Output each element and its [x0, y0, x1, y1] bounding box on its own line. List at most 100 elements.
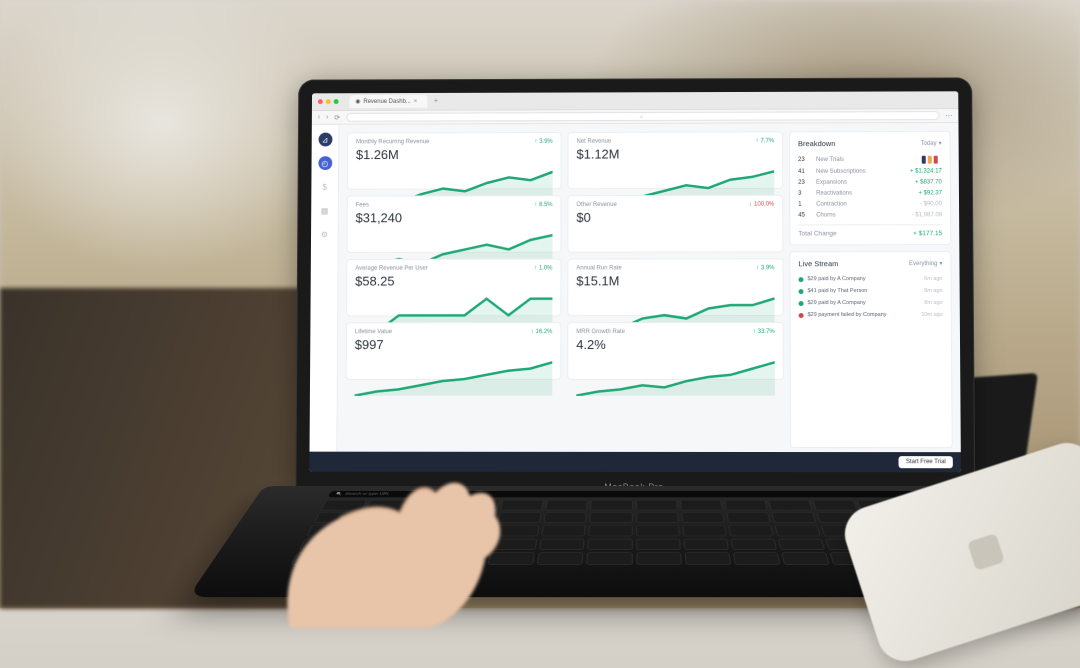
metric-delta: ↑16.2% — [530, 329, 552, 335]
window-minimize-icon[interactable] — [326, 99, 331, 104]
arrow-up-icon: ↑ — [756, 138, 759, 144]
metric-card[interactable]: Average Revenue Per User $58.25 ↑1.0% — [346, 259, 561, 317]
metric-delta: ↑7.7% — [756, 138, 775, 144]
sidebar-item-revenue[interactable]: $ — [318, 180, 332, 194]
stream-time: 10m ago — [921, 312, 942, 318]
breakdown-row[interactable]: 3Reactivations+ $92.37 — [798, 187, 942, 198]
sidebar: ⊿ ◴ $ ▦ ⚙ — [310, 125, 340, 452]
breakdown-row[interactable]: 1 Contraction - $90.00 — [798, 198, 942, 209]
metric-value: $58.25 — [355, 273, 552, 288]
sparkline-chart — [576, 354, 775, 396]
chevron-down-icon: ▾ — [939, 260, 942, 267]
metric-title: Fees — [356, 202, 553, 208]
sidebar-item-settings[interactable]: ⚙ — [317, 227, 331, 241]
app-logo-icon[interactable]: ⊿ — [318, 133, 332, 147]
breakdown-label: New Subscriptions — [816, 168, 906, 174]
stream-time: 6m ago — [924, 276, 942, 282]
hand — [250, 418, 510, 628]
breakdown-amount: + $837.70 — [915, 179, 942, 185]
metric-title: Net Revenue — [576, 138, 774, 144]
metric-title: MRR Growth Rate — [576, 329, 774, 335]
breakdown-count: 23 — [798, 157, 812, 163]
breakdown-amount: + $1,324.17 — [910, 168, 942, 174]
reload-icon[interactable]: ⟳ — [334, 113, 340, 121]
breakdown-count: 23 — [798, 179, 812, 185]
metric-card[interactable]: Lifetime Value $997 ↑16.2% — [346, 322, 562, 380]
metric-card[interactable]: Monthly Recurring Revenue $1.26M ↑3.9% — [347, 132, 562, 190]
person-icon — [934, 155, 938, 163]
metric-delta: ↑3.9% — [756, 265, 775, 271]
status-dot-icon — [799, 301, 804, 306]
metric-card[interactable]: Fees $31,240 ↑8.5% — [346, 195, 561, 253]
breakdown-row[interactable]: 45 Churns - $1,987.09 — [798, 209, 942, 220]
status-dot-icon — [799, 289, 804, 294]
metric-value: 4.2% — [576, 337, 775, 352]
breakdown-label: Reactivations — [816, 190, 914, 196]
metric-value: $1.26M — [356, 147, 553, 162]
breakdown-label: New Trials — [816, 156, 915, 162]
back-icon[interactable]: ‹ — [318, 114, 320, 121]
arrow-up-icon: ↑ — [534, 139, 537, 145]
stream-row[interactable]: $29 paid by A Company 6m ago — [798, 273, 942, 285]
forward-icon[interactable]: › — [326, 114, 328, 121]
breakdown-range-dropdown[interactable]: Today▾ — [921, 140, 942, 147]
stream-text: $29 paid by A Company — [808, 300, 921, 306]
new-tab-icon[interactable]: + — [434, 98, 438, 105]
main-content: Monthly Recurring Revenue $1.26M ↑3.9% N… — [337, 123, 961, 452]
start-trial-button[interactable]: Start Free Trial — [899, 456, 953, 468]
address-bar[interactable]: ⌂ — [346, 111, 940, 122]
stream-text: $29 paid by A Company — [807, 276, 920, 282]
metric-delta: ↓100.0% — [749, 202, 774, 208]
tab-close-icon[interactable]: × — [414, 98, 417, 104]
arrow-down-icon: ↓ — [749, 202, 752, 208]
dashboard-app: ⊿ ◴ $ ▦ ⚙ Monthly Recurring Revenue $1.2… — [310, 123, 961, 452]
metric-delta: ↑8.5% — [534, 202, 553, 208]
metric-card[interactable]: Annual Run Rate $15.1M ↑3.9% — [567, 258, 783, 316]
window-maximize-icon[interactable] — [334, 99, 339, 104]
breakdown-title: Breakdown — [798, 139, 835, 148]
arrow-up-icon: ↑ — [753, 329, 756, 335]
breakdown-amount: + $92.37 — [918, 190, 942, 196]
metric-delta: ↑1.0% — [534, 266, 553, 272]
breakdown-amount: - $90.00 — [920, 201, 942, 207]
sidebar-item-dashboard[interactable]: ◴ — [318, 156, 332, 170]
tab-title: Revenue Dashb... — [363, 98, 410, 104]
arrow-up-icon: ↑ — [756, 265, 759, 271]
breakdown-count: 45 — [798, 212, 812, 218]
metric-title: Annual Run Rate — [576, 265, 774, 271]
livestream-panel: Live Stream Everything▾ $29 paid by A Co… — [789, 251, 952, 448]
stream-row[interactable]: $29 paid by A Company8m ago — [799, 297, 943, 309]
person-icon — [928, 155, 932, 163]
sidebar-item-customers[interactable]: ▦ — [318, 204, 332, 218]
metric-delta: ↑3.9% — [534, 139, 553, 145]
breakdown-label: Churns — [816, 212, 908, 218]
tab-favicon-icon: ◉ — [355, 98, 360, 105]
breakdown-row[interactable]: 23Expansions+ $837.70 — [798, 177, 942, 188]
breakdown-row[interactable]: 41 New Subscriptions + $1,324.17 — [798, 166, 942, 177]
metric-title: Other Revenue — [576, 202, 774, 208]
metric-title: Monthly Recurring Revenue — [356, 139, 553, 145]
screen: ◉ Revenue Dashb... × + ‹ › ⟳ ⌂ ⋯ ⊿ ◴ $ ▦… — [309, 91, 961, 472]
livestream-filter-dropdown[interactable]: Everything▾ — [909, 260, 942, 267]
person-icon — [922, 155, 926, 163]
menu-icon[interactable]: ⋯ — [945, 112, 952, 120]
status-dot-icon — [799, 313, 804, 318]
stream-row[interactable]: $29 payment failed by Company10m ago — [799, 309, 943, 321]
arrow-up-icon: ↑ — [534, 202, 537, 208]
breakdown-count: 1 — [798, 201, 812, 207]
window-close-icon[interactable] — [318, 99, 323, 104]
stream-row[interactable]: $41 paid by That Person8m ago — [799, 285, 943, 297]
metrics-grid: Monthly Recurring Revenue $1.26M ↑3.9% N… — [345, 131, 784, 448]
breakdown-count: 41 — [798, 168, 812, 174]
metric-value: $997 — [355, 337, 553, 352]
metric-card[interactable]: Other Revenue $0 ↓100.0% — [567, 195, 783, 253]
breakdown-label: Contraction — [816, 201, 916, 207]
metric-card[interactable]: MRR Growth Rate 4.2% ↑33.7% — [567, 322, 784, 380]
breakdown-row[interactable]: 23 New Trials — [798, 153, 942, 166]
arrow-up-icon: ↑ — [530, 329, 533, 335]
metric-card[interactable]: Net Revenue $1.12M ↑7.7% — [568, 131, 784, 189]
browser-tab[interactable]: ◉ Revenue Dashb... × — [349, 95, 427, 108]
metric-value: $1.12M — [576, 146, 774, 161]
breakdown-amount: - $1,987.09 — [912, 212, 942, 218]
stream-time: 8m ago — [924, 288, 942, 294]
